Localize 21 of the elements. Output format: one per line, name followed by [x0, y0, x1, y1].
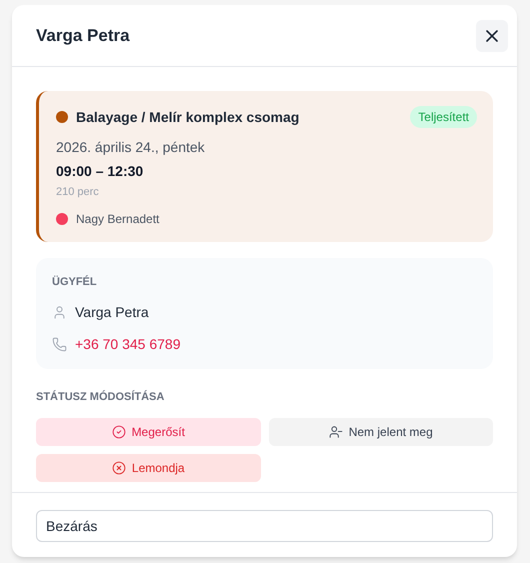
phone-link[interactable]: +36 70 345 6789: [75, 334, 180, 355]
close-dialog-button[interactable]: Bezárás: [36, 510, 493, 542]
user-icon: [52, 305, 67, 320]
status-badge: Teljesített: [410, 106, 477, 128]
check-circle-icon: [112, 424, 126, 438]
client-heading: ÜGYFÉL: [52, 274, 98, 290]
appointment-duration: 210 perc: [56, 185, 100, 200]
appointment-date: 2026. április 24., péntek: [56, 138, 206, 157]
dialog-title: Varga Petra: [36, 24, 130, 47]
close-button[interactable]: [476, 20, 508, 52]
service-name: Balayage / Melír komplex csomag: [76, 108, 300, 127]
status-button[interactable]: Lemondja: [36, 454, 260, 482]
phone-icon: [52, 337, 67, 352]
status-button[interactable]: Nem jelent meg: [268, 418, 493, 446]
x-circle-icon: [112, 460, 126, 474]
user-minus-icon: [328, 424, 343, 438]
appointment-time: 09:00 – 12:30: [56, 162, 144, 181]
status-heading: STÁTUSZ MÓDOSÍTÁSA: [36, 389, 166, 405]
client-name: Varga Petra: [75, 303, 149, 322]
staff-name: Nagy Bernadett: [76, 210, 160, 228]
status-button[interactable]: Megerősít: [36, 418, 260, 446]
